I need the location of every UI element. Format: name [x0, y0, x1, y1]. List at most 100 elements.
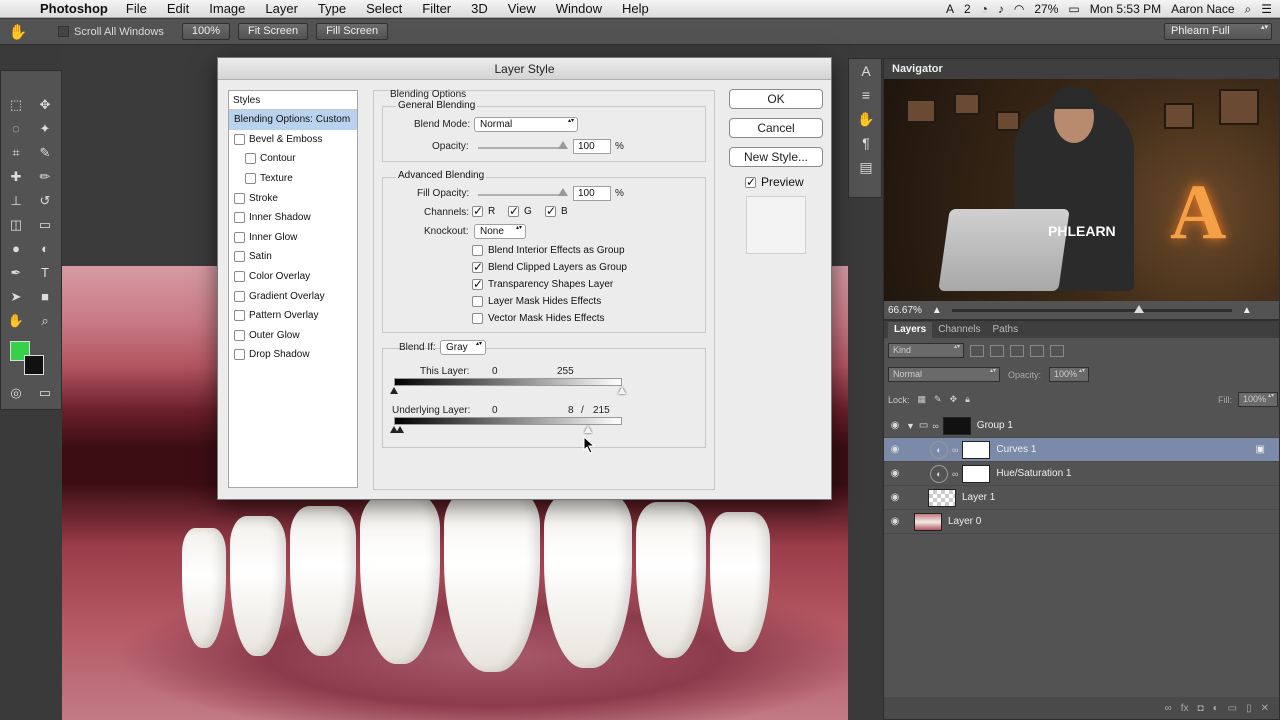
eyedropper-icon[interactable]: ✎	[35, 143, 55, 163]
style-checkbox[interactable]	[234, 251, 245, 263]
curves-adjustment-icon[interactable]: ◐	[930, 440, 948, 459]
this-layer-gradient[interactable]	[394, 378, 622, 386]
smart-object-filter-icon[interactable]	[1050, 344, 1064, 357]
layer-mask-hides-checkbox[interactable]	[472, 296, 483, 307]
knockout-select[interactable]: None	[474, 224, 526, 239]
style-checkbox[interactable]	[234, 310, 245, 322]
fill-opacity-slider[interactable]	[478, 188, 568, 196]
navigator-title[interactable]: Navigator	[884, 59, 1279, 79]
visibility-eye-icon[interactable]: ◉	[884, 492, 906, 503]
type-tool-icon[interactable]: T	[35, 263, 55, 283]
pen-tool-icon[interactable]: ✒	[6, 263, 26, 283]
battery-percent[interactable]: 27%	[1034, 2, 1058, 16]
layer-opacity-field[interactable]: 100%	[1049, 367, 1090, 382]
adjustment-filter-icon[interactable]	[990, 344, 1004, 357]
layer-row-layer1[interactable]: ◉ Layer 1	[884, 486, 1279, 510]
layer-thumbnail[interactable]	[914, 512, 942, 531]
menu-select[interactable]: Select	[366, 1, 402, 16]
menubar-clock[interactable]: Mon 5:53 PM	[1090, 2, 1161, 16]
magic-wand-icon[interactable]: ✦	[35, 119, 55, 139]
layer-name[interactable]: Layer 0	[948, 516, 981, 527]
lasso-tool-icon[interactable]: ◌	[6, 119, 26, 139]
vector-mask-hides-checkbox[interactable]	[472, 313, 483, 324]
properties-panel-icon[interactable]: ▤	[849, 155, 883, 179]
opacity-slider-knob[interactable]	[558, 141, 568, 149]
volume-icon[interactable]: ♪	[998, 2, 1004, 16]
zoom-100-button[interactable]: 100%	[181, 23, 230, 40]
style-blending-options[interactable]: Blending Options: Custom	[229, 110, 357, 130]
screen-mode-icon[interactable]: ▭	[35, 383, 55, 403]
blend-clipped-layers-row[interactable]: Blend Clipped Layers as Group	[472, 260, 627, 274]
channel-r-checkbox[interactable]	[472, 204, 483, 218]
dodge-tool-icon[interactable]: ◐	[35, 239, 55, 259]
zoom-slider-thumb[interactable]	[1133, 304, 1144, 313]
this-layer-black-slider[interactable]	[390, 387, 398, 394]
layer-row-huesat[interactable]: ◉ ◐ ∞ Hue/Saturation 1	[884, 462, 1279, 486]
brush-tool-icon[interactable]: ✏	[35, 167, 55, 187]
vector-mask-hides-row[interactable]: Vector Mask Hides Effects	[472, 313, 605, 324]
layer-thumbnail[interactable]	[928, 488, 956, 507]
paragraph-styles-icon[interactable]: ≡	[849, 83, 883, 107]
layer-name[interactable]: Curves 1	[996, 444, 1036, 455]
blend-if-select[interactable]: Gray	[440, 340, 486, 355]
layer-mask-thumbnail[interactable]	[962, 464, 991, 483]
style-checkbox[interactable]	[234, 231, 245, 243]
style-inner-shadow[interactable]: Inner Shadow	[229, 208, 357, 228]
fx-icon[interactable]: fx	[1181, 703, 1189, 714]
layer-name[interactable]: Layer 1	[962, 492, 995, 503]
layer-name[interactable]: Hue/Saturation 1	[996, 468, 1071, 479]
tool-presets-icon[interactable]: ✋	[849, 107, 883, 131]
character-panel-icon[interactable]: A	[849, 59, 883, 83]
underlying-white-slider[interactable]	[584, 426, 592, 433]
gradient-tool-icon[interactable]: ▭	[35, 215, 55, 235]
fill-opacity-slider-knob[interactable]	[558, 188, 568, 196]
visibility-eye-icon[interactable]: ◉	[884, 516, 906, 527]
zoom-tool-icon[interactable]: ⌕	[35, 311, 55, 331]
hand-tool-icon[interactable]: ✋	[6, 311, 26, 331]
style-texture[interactable]: Texture	[229, 169, 357, 189]
visibility-eye-icon[interactable]: ◉	[884, 420, 906, 431]
tab-layers[interactable]: Layers	[888, 322, 933, 338]
blend-interior-effects-row[interactable]: Blend Interior Effects as Group	[472, 245, 625, 256]
menu-window[interactable]: Window	[556, 1, 602, 16]
cancel-button[interactable]: Cancel	[729, 118, 823, 138]
group-mask-thumbnail[interactable]	[942, 416, 971, 435]
tab-paths[interactable]: Paths	[987, 322, 1025, 338]
app-menu[interactable]: Photoshop	[40, 1, 108, 16]
path-selection-icon[interactable]: ➤	[6, 287, 26, 307]
fill-opacity-field[interactable]: 100	[573, 186, 611, 201]
channel-b-checkbox[interactable]	[545, 204, 556, 218]
layer-row-curves[interactable]: ◉ ◐ ∞ Curves 1 ▣	[884, 438, 1279, 462]
style-outer-glow[interactable]: Outer Glow	[229, 326, 357, 346]
blend-mode-select[interactable]: Normal	[474, 117, 578, 132]
history-brush-icon[interactable]: ↺	[35, 191, 55, 211]
underlying-black-slider-split[interactable]	[396, 426, 404, 433]
lock-image-icon[interactable]: ✎	[934, 394, 942, 405]
blend-clipped-checkbox[interactable]	[472, 260, 483, 274]
move-tool-icon[interactable]: ✥	[35, 95, 55, 115]
style-checkbox[interactable]	[245, 153, 256, 165]
zoom-value[interactable]: 66.67%	[888, 305, 922, 316]
disclosure-triangle-icon[interactable]: ▼	[906, 421, 915, 431]
style-gradient-overlay[interactable]: Gradient Overlay	[229, 286, 357, 306]
pixel-filter-icon[interactable]	[970, 344, 984, 357]
menu-filter[interactable]: Filter	[422, 1, 451, 16]
navigator-preview[interactable]: PHLEARN A	[884, 79, 1279, 301]
battery-icon[interactable]: ▭	[1068, 2, 1079, 16]
kind-filter-select[interactable]: Kind	[888, 343, 964, 358]
preview-checkbox[interactable]	[745, 175, 756, 189]
new-group-icon[interactable]: ▭	[1228, 703, 1237, 714]
background-color-swatch[interactable]	[24, 355, 44, 375]
crop-tool-icon[interactable]: ⌗	[6, 143, 26, 163]
menu-edit[interactable]: Edit	[167, 1, 189, 16]
spotlight-icon[interactable]: ⌕	[1245, 2, 1252, 17]
type-filter-icon[interactable]	[1010, 344, 1024, 357]
zoom-in-icon[interactable]: ▲	[1242, 305, 1252, 316]
ok-button[interactable]: OK	[729, 89, 823, 109]
style-checkbox[interactable]	[245, 173, 256, 185]
style-checkbox[interactable]	[234, 329, 245, 341]
style-checkbox[interactable]	[234, 133, 245, 145]
underlying-layer-gradient[interactable]	[394, 417, 622, 425]
tab-channels[interactable]: Channels	[932, 322, 986, 338]
transparency-shapes-checkbox[interactable]	[472, 277, 483, 291]
